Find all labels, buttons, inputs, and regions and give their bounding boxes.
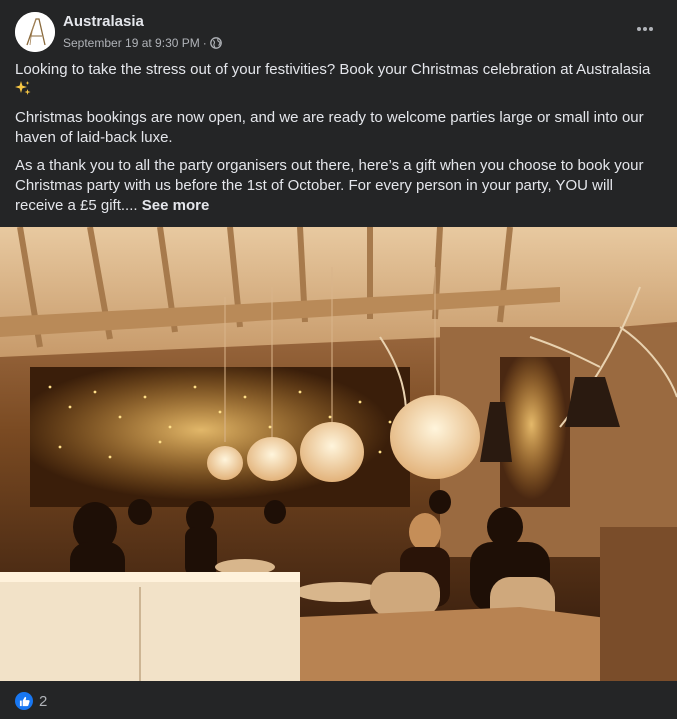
post-header: Australasia September 19 at 9:30 PM · xyxy=(0,0,677,60)
post-paragraph: Christmas bookings are now open, and we … xyxy=(15,109,644,146)
see-more-link[interactable]: See more xyxy=(142,197,210,214)
post-paragraph: Looking to take the stress out of your f… xyxy=(15,60,660,100)
reaction-count: 2 xyxy=(39,692,48,710)
reactions-summary[interactable]: 2 xyxy=(15,690,47,712)
post-timestamp[interactable]: September 19 at 9:30 PM xyxy=(63,36,200,50)
post-photo[interactable] xyxy=(0,227,677,681)
more-options-icon xyxy=(637,27,653,31)
page-name[interactable]: Australasia xyxy=(63,13,144,30)
post-card: Australasia September 19 at 9:30 PM · Lo… xyxy=(0,0,677,719)
australasia-logo-icon xyxy=(15,12,55,52)
post-meta: September 19 at 9:30 PM · xyxy=(63,35,222,51)
meta-separator: · xyxy=(202,36,207,50)
sparkles-icon xyxy=(15,81,31,95)
more-options-button[interactable] xyxy=(630,14,660,44)
post-text: Looking to take the stress out of your f… xyxy=(15,60,660,224)
restaurant-photo xyxy=(0,227,677,681)
globe-icon[interactable] xyxy=(209,37,222,49)
page-avatar[interactable] xyxy=(15,12,55,52)
paragraph-text: As a thank you to all the party organise… xyxy=(15,157,644,214)
post-paragraph: As a thank you to all the party organise… xyxy=(15,156,660,216)
paragraph-text: Looking to take the stress out of your f… xyxy=(15,61,651,78)
like-icon xyxy=(15,692,33,710)
